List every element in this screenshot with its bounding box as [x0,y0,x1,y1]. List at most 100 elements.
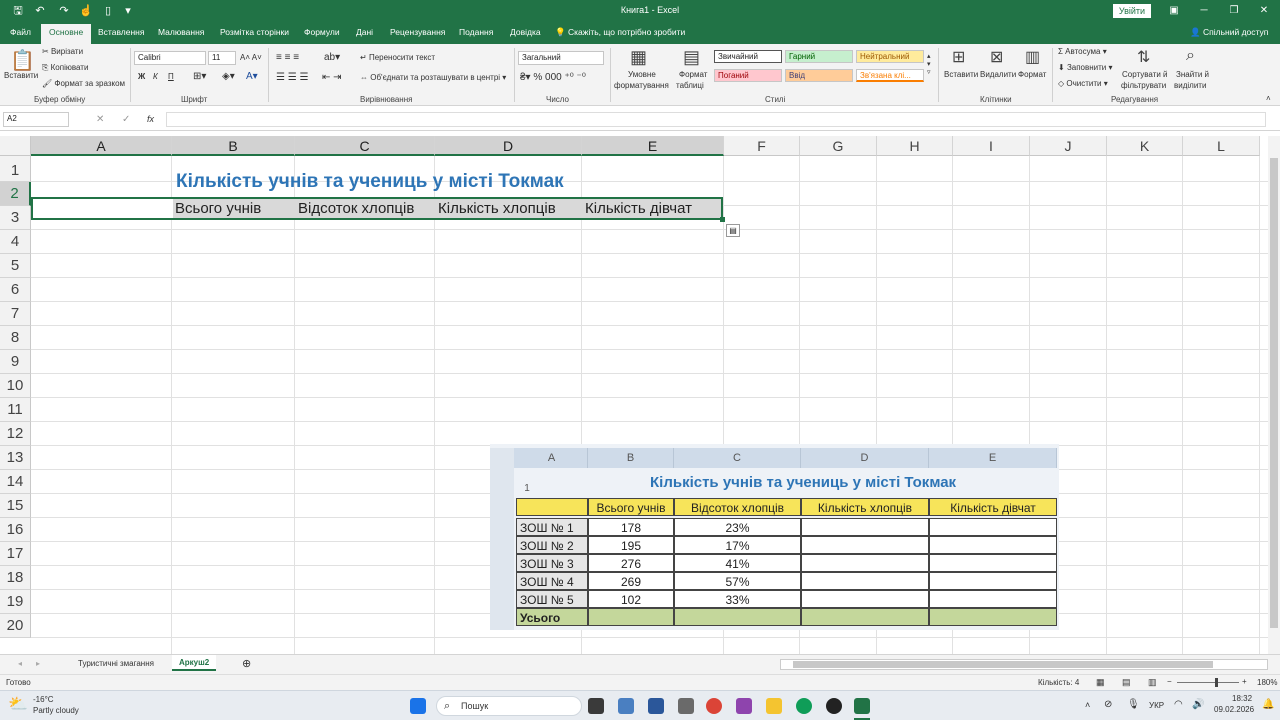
column-header-d[interactable]: D [435,136,582,156]
tab-home[interactable]: Основне [41,24,92,44]
page-break-view-icon[interactable]: ▥ [1148,677,1157,688]
italic-button[interactable]: К [153,72,158,81]
excel-icon[interactable] [854,698,870,714]
style-good[interactable]: Гарний [785,50,853,63]
style-bad[interactable]: Поганий [714,69,782,82]
tray-chevron-icon[interactable]: ˄ [1085,700,1090,710]
language-indicator[interactable]: УКР [1149,701,1164,710]
embedded-picture[interactable]: A B C D E 12345678 Кількість учнів та уч… [490,444,1059,630]
insert-cells-button[interactable]: Вставити [944,70,978,79]
wifi-icon[interactable]: ◠ [1174,699,1183,710]
scroll-sheets-left-icon[interactable]: ◂ [18,659,22,668]
sort-filter-icon[interactable]: ⇅ [1137,47,1150,67]
column-header-i[interactable]: I [953,136,1030,156]
sort-filter-button-2[interactable]: фільтрувати [1121,81,1166,90]
clock-time[interactable]: 18:32 [1232,694,1252,703]
autosum-button[interactable]: Σ Автосума ▾ [1058,47,1107,56]
cell-c2[interactable]: Відсоток хлопців [298,200,414,217]
orientation-icon[interactable]: ab▾ [324,52,340,63]
new-file-icon[interactable]: ▯ [100,3,116,19]
borders-icon[interactable]: ⊞▾ [193,71,206,82]
microphone-icon[interactable]: 🎙 [1127,699,1140,710]
tab-data[interactable]: Дані [356,27,373,37]
column-header-b[interactable]: B [172,136,295,156]
tab-review[interactable]: Рецензування [390,27,445,37]
row-header-11[interactable]: 11 [0,398,31,422]
clock-date[interactable]: 09.02.2026 [1214,705,1254,714]
paste-icon[interactable]: 📋 [10,48,35,73]
zoom-in-icon[interactable]: + [1242,677,1247,686]
start-icon[interactable] [410,698,426,714]
format-cells-button[interactable]: Формат [1018,70,1046,79]
row-header-9[interactable]: 9 [0,350,31,374]
font-color-icon[interactable]: A▾ [246,71,258,82]
page-layout-view-icon[interactable]: ▤ [1122,677,1131,688]
cut-button[interactable]: ✂ Вирізати [42,47,83,56]
redo-icon[interactable]: ↷ [56,3,72,19]
conditional-formatting-button-2[interactable]: форматування [614,81,669,90]
style-input[interactable]: Ввід [785,69,853,82]
cell-e2[interactable]: Кількість дівчат [585,200,692,217]
save-icon[interactable]: 🖫 [10,3,26,19]
find-select-icon[interactable]: ⌕ [1186,47,1195,65]
scroll-sheets-right-icon[interactable]: ▸ [36,659,40,668]
zoom-slider[interactable] [1177,678,1239,687]
row-header-20[interactable]: 20 [0,614,31,638]
fill-handle[interactable] [720,217,725,222]
calculator-icon[interactable] [618,698,634,714]
share-icon[interactable]: 👤 [1190,27,1201,38]
weather-temp[interactable]: -16°C [33,695,54,704]
close-button[interactable]: ✕ [1254,3,1274,19]
column-header-k[interactable]: K [1107,136,1183,156]
paste-button[interactable]: Вставити [4,71,38,80]
clear-button[interactable]: ◇ Очистити ▾ [1058,79,1108,88]
sheet-title-cell[interactable]: Кількість учнів та учениць у місті Токма… [176,171,564,193]
row-header-2[interactable]: 2 [0,182,31,206]
merge-center-button[interactable]: ⇔ Об'єднати та розташувати в центрі ▾ [360,73,506,82]
snipping-tool-icon[interactable] [678,698,694,714]
confirm-entry-icon[interactable]: ✓ [122,114,130,125]
tell-me-icon[interactable]: 💡 [555,27,566,38]
left-align-icon[interactable]: ☰ ☰ ☰ [276,72,308,83]
sign-in-button[interactable]: Увійти [1113,4,1151,18]
number-format-box[interactable]: Загальний [518,51,604,65]
notifications-icon[interactable]: 🔔 [1262,699,1274,710]
weather-icon[interactable]: ⛅ [8,694,28,714]
column-header-a[interactable]: A [31,136,172,156]
row-header-10[interactable]: 10 [0,374,31,398]
sheet-tab-active[interactable]: Аркуш2 [172,655,217,671]
add-sheet-icon[interactable]: ⊕ [242,657,251,670]
network-icon[interactable]: ⊘ [1104,699,1112,710]
tab-help[interactable]: Довідка [510,27,541,37]
tab-insert[interactable]: Вставлення [98,27,144,37]
task-view-icon[interactable] [588,698,604,714]
tab-formulas[interactable]: Формули [304,27,340,37]
horizontal-scrollbar[interactable] [780,659,1268,670]
zoom-slider-thumb[interactable] [1215,678,1218,687]
restore-button[interactable]: ❐ [1224,3,1244,19]
top-align-icon[interactable]: ≡ ≡ ≡ [276,52,299,63]
collapse-ribbon-icon[interactable]: ˄ [1266,94,1271,103]
vertical-scrollbar[interactable] [1268,136,1280,654]
row-header-14[interactable]: 14 [0,470,31,494]
zoom-out-icon[interactable]: − [1167,677,1172,686]
conditional-formatting-button[interactable]: Умовне [628,70,656,79]
conditional-formatting-icon[interactable]: ▦ [630,47,647,68]
row-header-16[interactable]: 16 [0,518,31,542]
row-header-19[interactable]: 19 [0,590,31,614]
copy-button[interactable]: ⎘ Копіювати [42,63,88,73]
row-header-12[interactable]: 12 [0,422,31,446]
sheet-tab-tourist[interactable]: Туристичні змагання [78,659,154,668]
chrome-icon[interactable] [706,698,722,714]
delete-cells-icon[interactable]: ⊠ [990,47,1003,67]
minimize-button[interactable]: ─ [1194,3,1214,19]
obs-icon[interactable] [826,698,842,714]
style-neutral[interactable]: Нейтральний [856,50,924,63]
tab-view[interactable]: Подання [459,27,493,37]
file-explorer-icon[interactable] [766,698,782,714]
wrap-text-button[interactable]: ↵ Переносити текст [360,53,435,62]
style-linked-cell[interactable]: Зв'язана клі... [856,69,924,82]
normal-view-icon[interactable]: ▦ [1096,677,1105,688]
touch-mode-icon[interactable]: ☝ [78,3,94,19]
share-button[interactable]: Спільний доступ [1203,27,1268,37]
